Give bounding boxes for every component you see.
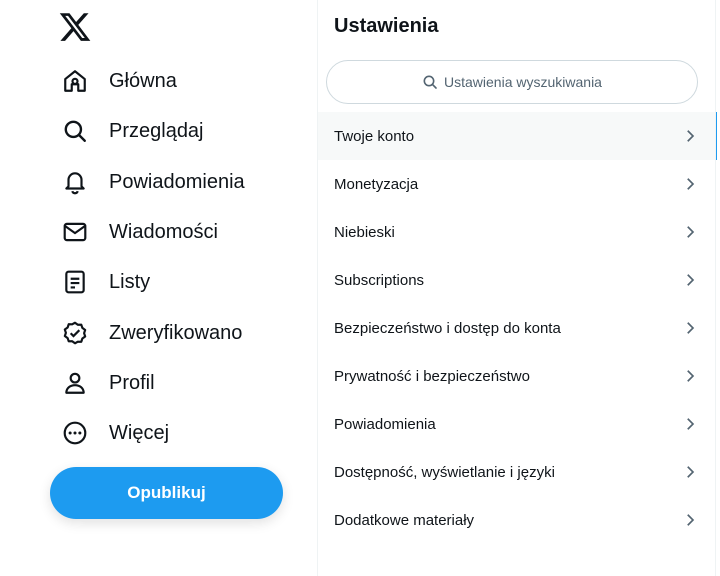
settings-item-label: Powiadomienia: [334, 415, 436, 433]
chevron-right-icon: [687, 130, 695, 142]
mail-icon: [62, 219, 88, 245]
nav-item-home[interactable]: Główna: [50, 58, 189, 104]
settings-item-label: Prywatność i bezpieczeństwo: [334, 367, 530, 385]
settings-item-monetization[interactable]: Monetyzacja: [318, 160, 715, 208]
divider: [715, 0, 716, 576]
nav-item-label: Listy: [109, 270, 151, 293]
nav-item-label: Zweryfikowano: [109, 321, 243, 344]
settings-item-notifications[interactable]: Powiadomienia: [318, 400, 715, 448]
nav-item-label: Przeglądaj: [109, 119, 204, 142]
sidebar-nav: Główna Przeglądaj Powiadomienia Wiadomoś…: [0, 0, 317, 576]
settings-item-security[interactable]: Bezpieczeństwo i dostęp do konta: [318, 304, 715, 352]
nav-item-label: Profil: [109, 371, 155, 394]
settings-search-input[interactable]: Ustawienia wyszukiwania: [326, 60, 698, 104]
bell-icon: [62, 169, 88, 195]
settings-item-accessibility[interactable]: Dostępność, wyświetlanie i języki: [318, 448, 715, 496]
chevron-right-icon: [687, 226, 695, 238]
settings-item-label: Twoje konto: [334, 127, 415, 145]
nav-item-more[interactable]: Więcej: [50, 410, 181, 456]
chevron-right-icon: [687, 370, 695, 382]
settings-list: Twoje konto Monetyzacja Niebieski Subscr…: [318, 112, 717, 544]
nav-item-label: Główna: [109, 69, 177, 92]
nav-item-explore[interactable]: Przeglądaj: [50, 108, 216, 154]
chevron-right-icon: [687, 466, 695, 478]
settings-item-label: Dostępność, wyświetlanie i języki: [334, 463, 555, 481]
nav-item-label: Wiadomości: [109, 220, 218, 243]
settings-item-label: Dodatkowe materiały: [334, 511, 475, 529]
home-icon: [62, 68, 88, 94]
nav-item-label: Powiadomienia: [109, 170, 245, 193]
settings-item-label: Niebieski: [334, 223, 395, 241]
chevron-right-icon: [687, 322, 695, 334]
nav-item-lists[interactable]: Listy: [50, 259, 162, 305]
more-circle-icon: [62, 420, 88, 446]
nav-item-messages[interactable]: Wiadomości: [50, 209, 230, 255]
list-icon: [62, 269, 88, 295]
chevron-right-icon: [687, 274, 695, 286]
nav-item-label: Więcej: [109, 421, 170, 444]
nav-item-profile[interactable]: Profil: [50, 360, 167, 406]
search-placeholder: Ustawienia wyszukiwania: [444, 74, 602, 90]
settings-panel: Ustawienia Ustawienia wyszukiwania Twoje…: [318, 0, 717, 576]
chevron-right-icon: [687, 514, 695, 526]
verified-icon: [62, 320, 88, 346]
search-icon: [62, 118, 88, 144]
nav-item-verified[interactable]: Zweryfikowano: [50, 310, 254, 356]
chevron-right-icon: [687, 418, 695, 430]
publish-button[interactable]: Opublikuj: [50, 467, 283, 519]
settings-item-additional-resources[interactable]: Dodatkowe materiały: [318, 496, 715, 544]
settings-item-privacy[interactable]: Prywatność i bezpieczeństwo: [318, 352, 715, 400]
settings-item-subscriptions[interactable]: Subscriptions: [318, 256, 715, 304]
settings-item-label: Subscriptions: [334, 271, 425, 289]
search-icon: [423, 75, 437, 89]
chevron-right-icon: [687, 178, 695, 190]
x-logo-icon[interactable]: [58, 10, 92, 44]
nav-item-notifications[interactable]: Powiadomienia: [50, 159, 257, 205]
settings-item-label: Bezpieczeństwo i dostęp do konta: [334, 319, 561, 337]
settings-item-your-account[interactable]: Twoje konto: [318, 112, 717, 160]
user-icon: [62, 370, 88, 396]
settings-item-premium[interactable]: Niebieski: [318, 208, 715, 256]
settings-item-label: Monetyzacja: [334, 175, 419, 193]
page-title: Ustawienia: [334, 15, 439, 37]
